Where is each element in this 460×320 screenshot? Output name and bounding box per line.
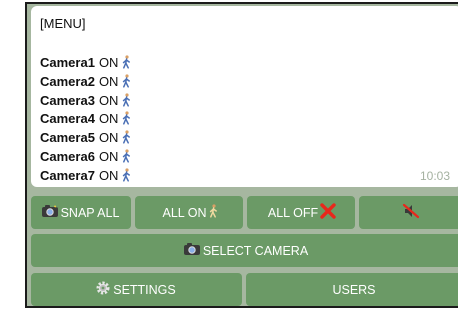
camera-state: ON [98,167,119,183]
camera-name: Camera2 [40,73,95,89]
walking-person-icon [122,149,131,169]
all-on-button[interactable]: ALL ON [135,196,243,229]
message-timestamp: 10:03 [419,169,450,183]
camera-state: ON [98,130,119,146]
select-camera-button[interactable]: SELECT CAMERA [31,234,458,267]
all-off-label: ALL OFF [267,205,319,220]
camera-state: ON [98,92,119,108]
camera-icon [183,242,201,259]
camera-state: ON [98,111,119,127]
gear-icon [95,280,111,299]
camera-list: Camera1 ON Camera2 ON Camera3 ON Camera4 ON … [40,54,131,186]
users-button[interactable]: USERS [246,273,458,306]
snap-all-button[interactable]: SNAP ALL [31,196,131,229]
snap-all-label: SNAP ALL [60,205,120,220]
camera-state: ON [98,73,119,89]
users-label: USERS [332,282,376,297]
camera-row: Camera4 ON [40,110,131,129]
camera-row: Camera5 ON [40,129,131,148]
camera-state: ON [98,55,119,70]
message-title: [MENU] [40,16,86,31]
chat-window: [MENU] Camera1 ON Camera2 ON Camera3 ON Cam… [25,2,458,308]
walking-person-icon [122,55,131,75]
camera-row: Camera3 ON [40,92,131,111]
mute-button[interactable] [359,196,458,229]
red-cross-icon [320,203,336,222]
camera-name: Camera5 [40,130,95,146]
all-off-button[interactable]: ALL OFF [247,196,355,229]
camera-name: Camera4 [40,111,95,127]
walking-person-icon [122,74,131,94]
walking-person-icon [122,168,131,188]
muted-speaker-icon [402,203,420,222]
walking-person-icon [209,204,218,221]
camera-name: Camera3 [40,92,95,108]
select-camera-label: SELECT CAMERA [202,243,309,258]
camera-flash-icon [41,204,59,221]
all-on-label: ALL ON [162,205,207,220]
camera-row: Camera1 ON [40,54,131,73]
bot-message: [MENU] Camera1 ON Camera2 ON Camera3 ON Cam… [31,6,458,187]
camera-row: Camera6 ON [40,148,131,167]
camera-row: Camera7 ON [40,167,131,186]
camera-state: ON [98,148,119,164]
camera-row: Camera2 ON [40,73,131,92]
camera-name: Camera7 [40,167,95,183]
camera-name: Camera6 [40,148,95,164]
settings-label: SETTINGS [113,282,176,297]
settings-button[interactable]: SETTINGS [31,273,242,306]
camera-name: Camera1 [40,55,95,70]
